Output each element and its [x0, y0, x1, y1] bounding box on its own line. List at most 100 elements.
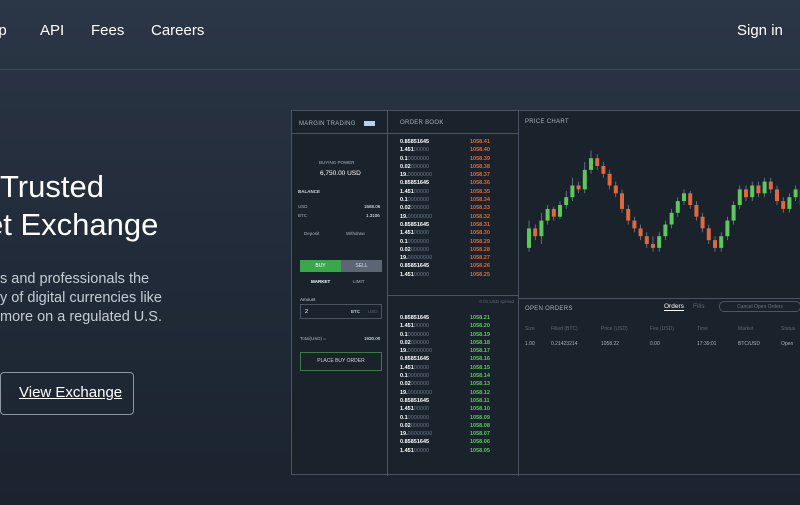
order-book-row[interactable]: 1.45100000 1058.25: [400, 271, 500, 279]
quantity-padding: 00000: [413, 230, 430, 237]
order-quantity: 19.00000000: [400, 430, 432, 438]
order-book-row[interactable]: 0.02000000 1058.18: [400, 339, 500, 347]
hero-description: s and professionals the y of digital cur…: [0, 270, 162, 327]
amount-input[interactable]: 2 BTC USD: [300, 304, 382, 319]
total-value: 1930.00: [364, 336, 381, 341]
order-quantity: 0.02000000: [400, 163, 429, 171]
order-book-row[interactable]: 0.85851645 1058.26: [400, 262, 500, 270]
order-price: 1058.16: [470, 356, 490, 363]
order-quantity: 1.45100000: [400, 271, 429, 279]
exchange-preview: MARGIN TRADING BUYING POWER 6,750.00 USD…: [291, 110, 800, 476]
order-book-row[interactable]: 19.00000000 1058.12: [400, 389, 500, 397]
order-book-row[interactable]: 0.85851645 1058.36: [400, 179, 500, 187]
order-cell: Open: [781, 341, 794, 347]
order-book-row[interactable]: 0.10000000 1058.09: [400, 414, 500, 422]
candle-up: [737, 189, 742, 205]
quantity-padding: 00000: [413, 147, 430, 154]
candle-down: [694, 205, 699, 217]
order-book-row[interactable]: 0.02000000 1058.28: [400, 246, 500, 254]
order-book-row[interactable]: 1.45100000 1058.05: [400, 447, 500, 455]
candle-down: [781, 201, 786, 209]
quantity-digits: 1.451: [400, 147, 414, 154]
order-book-row[interactable]: 0.10000000 1058.29: [400, 238, 500, 246]
order-book-row[interactable]: 19.00000000 1058.17: [400, 347, 500, 355]
quantity-digits: 0.02: [400, 339, 411, 346]
quantity-digits: 0.02: [400, 163, 411, 170]
order-book-row[interactable]: 1.45100000 1058.30: [400, 229, 500, 237]
order-price: 1058.37: [470, 172, 490, 179]
tab-fills[interactable]: Fills: [693, 303, 705, 310]
nav-help[interactable]: lp: [0, 22, 7, 39]
nav-fees[interactable]: Fees: [91, 22, 124, 39]
order-book-row[interactable]: 1.45100000 1058.40: [400, 146, 500, 154]
order-quantity: 1.45100000: [400, 146, 429, 154]
view-exchange-button[interactable]: View Exchange: [0, 372, 134, 415]
cancel-open-orders-button[interactable]: Cancel Open Orders: [719, 301, 800, 312]
quantity-padding: 0000000: [407, 373, 430, 380]
order-price: 1058.14: [470, 373, 490, 380]
order-book-row[interactable]: 19.00000000 1058.07: [400, 430, 500, 438]
order-book-row[interactable]: 19.00000000 1058.37: [400, 171, 500, 179]
quantity-padding: 000000: [410, 205, 430, 212]
order-book-row[interactable]: 19.00000000 1058.32: [400, 213, 500, 221]
open-orders-panel: OPEN ORDERS Orders Fills Cancel Open Ord…: [519, 299, 800, 476]
order-book-row[interactable]: 0.85851645 1058.31: [400, 221, 500, 229]
order-book-row[interactable]: 0.85851645 1058.41: [400, 138, 500, 146]
candle-up: [669, 212, 674, 225]
quantity-digits: 0.1: [400, 197, 408, 204]
order-price: 1058.29: [470, 238, 490, 245]
nav-careers[interactable]: Careers: [151, 22, 204, 39]
order-book-row[interactable]: 0.02000000 1058.13: [400, 380, 500, 388]
order-quantity: 0.85851645: [400, 138, 429, 146]
order-book-row[interactable]: 0.02000000 1058.33: [400, 204, 500, 212]
deposit-link[interactable]: Deposit: [304, 231, 319, 236]
margin-trading-panel: MARGIN TRADING BUYING POWER 6,750.00 USD…: [292, 111, 388, 476]
signin-link[interactable]: Sign in: [737, 22, 783, 39]
order-price: 1058.15: [470, 364, 490, 371]
market-tab[interactable]: MARKET: [311, 279, 330, 284]
order-book-row[interactable]: 0.02000000 1058.38: [400, 163, 500, 171]
tab-orders[interactable]: Orders: [664, 303, 684, 311]
order-book-row[interactable]: 1.45100000 1058.35: [400, 188, 500, 196]
candle-down: [744, 189, 748, 198]
candle-down: [706, 228, 711, 241]
quantity-padding: 00000000: [407, 389, 433, 396]
orders-header-cell: Filled (BTC): [551, 326, 578, 332]
buy-tab[interactable]: BUY: [300, 260, 341, 272]
quantity-digits: 0.02: [400, 381, 411, 388]
orders-header-cell: Time: [697, 326, 708, 332]
quantity-padding: 00000: [413, 406, 430, 413]
withdraw-link[interactable]: Withdraw: [346, 231, 365, 236]
sell-tab[interactable]: SELL: [341, 260, 382, 272]
order-book-row[interactable]: 0.85851645 1058.11: [400, 397, 500, 405]
amount-currency: BTC: [351, 309, 360, 314]
order-book-row[interactable]: 1.45100000 1058.20: [400, 322, 500, 330]
order-book-row[interactable]: 0.10000000 1058.19: [400, 331, 500, 339]
order-book-row[interactable]: 0.02000000 1058.08: [400, 422, 500, 430]
order-cell: 0.21423214: [551, 341, 578, 347]
place-buy-order-button[interactable]: PLACE BUY ORDER: [300, 352, 382, 371]
quantity-padding: 000000: [410, 246, 430, 253]
order-book-row[interactable]: 0.85851645 1058.21: [400, 314, 500, 322]
divider: [388, 133, 519, 134]
candle-down: [632, 220, 637, 229]
limit-tab[interactable]: LIMIT: [353, 279, 365, 284]
quantity-digits: 0.02: [400, 422, 411, 429]
open-orders-title: OPEN ORDERS: [525, 306, 573, 312]
order-book-row[interactable]: 0.10000000 1058.39: [400, 155, 500, 163]
candle-down: [626, 208, 631, 221]
quantity-digits: 19.: [400, 213, 408, 220]
order-book-row[interactable]: 0.85851645 1058.06: [400, 438, 500, 446]
quantity-digits: 1.451: [400, 406, 414, 413]
hero-title-line: Trusted: [0, 169, 104, 204]
order-book-row[interactable]: 0.85851645 1058.16: [400, 355, 500, 363]
nav-api[interactable]: API: [40, 22, 64, 39]
order-book-row[interactable]: 0.10000000 1058.34: [400, 196, 500, 204]
order-book-row[interactable]: 1.45100000 1058.10: [400, 405, 500, 413]
order-book-row[interactable]: 19.00000000 1058.27: [400, 254, 500, 262]
order-book-row[interactable]: 1.45100000 1058.15: [400, 364, 500, 372]
order-price: 1058.18: [470, 339, 490, 346]
order-book-row[interactable]: 0.10000000 1058.14: [400, 372, 500, 380]
order-price: 1058.28: [470, 246, 490, 253]
order-price: 1058.39: [470, 155, 490, 162]
